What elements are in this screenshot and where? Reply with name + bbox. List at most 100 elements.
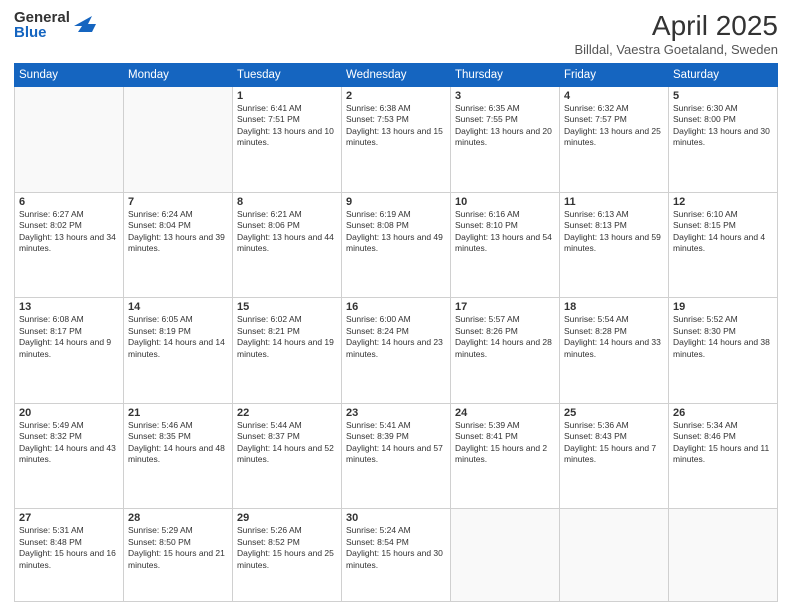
calendar-cell: 9Sunrise: 6:19 AMSunset: 8:08 PMDaylight…	[342, 192, 451, 298]
calendar-cell: 13Sunrise: 6:08 AMSunset: 8:17 PMDayligh…	[15, 298, 124, 404]
calendar-cell	[560, 509, 669, 602]
day-info: Sunrise: 5:24 AMSunset: 8:54 PMDaylight:…	[346, 525, 446, 571]
calendar-cell: 19Sunrise: 5:52 AMSunset: 8:30 PMDayligh…	[669, 298, 778, 404]
calendar-cell: 25Sunrise: 5:36 AMSunset: 8:43 PMDayligh…	[560, 403, 669, 509]
day-info: Sunrise: 6:19 AMSunset: 8:08 PMDaylight:…	[346, 209, 446, 255]
calendar-week-2: 13Sunrise: 6:08 AMSunset: 8:17 PMDayligh…	[15, 298, 778, 404]
calendar-cell: 26Sunrise: 5:34 AMSunset: 8:46 PMDayligh…	[669, 403, 778, 509]
day-info: Sunrise: 6:00 AMSunset: 8:24 PMDaylight:…	[346, 314, 446, 360]
calendar-cell: 20Sunrise: 5:49 AMSunset: 8:32 PMDayligh…	[15, 403, 124, 509]
col-header-saturday: Saturday	[669, 64, 778, 87]
day-info: Sunrise: 6:30 AMSunset: 8:00 PMDaylight:…	[673, 103, 773, 149]
day-number: 7	[128, 196, 228, 208]
day-number: 27	[19, 512, 119, 524]
calendar-cell: 17Sunrise: 5:57 AMSunset: 8:26 PMDayligh…	[451, 298, 560, 404]
day-number: 17	[455, 301, 555, 313]
day-number: 3	[455, 90, 555, 102]
col-header-sunday: Sunday	[15, 64, 124, 87]
calendar-cell: 7Sunrise: 6:24 AMSunset: 8:04 PMDaylight…	[124, 192, 233, 298]
calendar-cell: 16Sunrise: 6:00 AMSunset: 8:24 PMDayligh…	[342, 298, 451, 404]
day-number: 24	[455, 407, 555, 419]
calendar-cell: 4Sunrise: 6:32 AMSunset: 7:57 PMDaylight…	[560, 87, 669, 193]
col-header-wednesday: Wednesday	[342, 64, 451, 87]
calendar-cell: 12Sunrise: 6:10 AMSunset: 8:15 PMDayligh…	[669, 192, 778, 298]
calendar-cell	[451, 509, 560, 602]
day-number: 9	[346, 196, 446, 208]
day-number: 23	[346, 407, 446, 419]
day-number: 13	[19, 301, 119, 313]
calendar-cell: 11Sunrise: 6:13 AMSunset: 8:13 PMDayligh…	[560, 192, 669, 298]
day-info: Sunrise: 5:52 AMSunset: 8:30 PMDaylight:…	[673, 314, 773, 360]
logo-blue: Blue	[14, 25, 70, 40]
title-block: April 2025 Billdal, Vaestra Goetaland, S…	[574, 10, 778, 57]
day-number: 11	[564, 196, 664, 208]
header: General Blue April 2025 Billdal, Vaestra…	[14, 10, 778, 57]
day-number: 8	[237, 196, 337, 208]
day-number: 12	[673, 196, 773, 208]
calendar-header-row: SundayMondayTuesdayWednesdayThursdayFrid…	[15, 64, 778, 87]
day-number: 2	[346, 90, 446, 102]
day-number: 18	[564, 301, 664, 313]
calendar-cell	[15, 87, 124, 193]
day-number: 20	[19, 407, 119, 419]
calendar-cell: 14Sunrise: 6:05 AMSunset: 8:19 PMDayligh…	[124, 298, 233, 404]
day-number: 10	[455, 196, 555, 208]
day-number: 25	[564, 407, 664, 419]
subtitle: Billdal, Vaestra Goetaland, Sweden	[574, 42, 778, 57]
calendar-cell: 24Sunrise: 5:39 AMSunset: 8:41 PMDayligh…	[451, 403, 560, 509]
day-info: Sunrise: 5:29 AMSunset: 8:50 PMDaylight:…	[128, 525, 228, 571]
day-info: Sunrise: 6:02 AMSunset: 8:21 PMDaylight:…	[237, 314, 337, 360]
main-title: April 2025	[574, 10, 778, 42]
logo-icon	[74, 14, 96, 36]
calendar-cell: 8Sunrise: 6:21 AMSunset: 8:06 PMDaylight…	[233, 192, 342, 298]
day-info: Sunrise: 6:27 AMSunset: 8:02 PMDaylight:…	[19, 209, 119, 255]
day-info: Sunrise: 5:36 AMSunset: 8:43 PMDaylight:…	[564, 420, 664, 466]
calendar-cell: 1Sunrise: 6:41 AMSunset: 7:51 PMDaylight…	[233, 87, 342, 193]
calendar-cell: 6Sunrise: 6:27 AMSunset: 8:02 PMDaylight…	[15, 192, 124, 298]
calendar-week-0: 1Sunrise: 6:41 AMSunset: 7:51 PMDaylight…	[15, 87, 778, 193]
day-number: 19	[673, 301, 773, 313]
day-number: 28	[128, 512, 228, 524]
calendar-cell: 5Sunrise: 6:30 AMSunset: 8:00 PMDaylight…	[669, 87, 778, 193]
day-info: Sunrise: 5:46 AMSunset: 8:35 PMDaylight:…	[128, 420, 228, 466]
calendar-cell: 30Sunrise: 5:24 AMSunset: 8:54 PMDayligh…	[342, 509, 451, 602]
day-info: Sunrise: 5:34 AMSunset: 8:46 PMDaylight:…	[673, 420, 773, 466]
calendar-cell: 3Sunrise: 6:35 AMSunset: 7:55 PMDaylight…	[451, 87, 560, 193]
day-info: Sunrise: 5:57 AMSunset: 8:26 PMDaylight:…	[455, 314, 555, 360]
day-number: 22	[237, 407, 337, 419]
logo-general: General	[14, 10, 70, 25]
day-number: 15	[237, 301, 337, 313]
calendar-cell: 27Sunrise: 5:31 AMSunset: 8:48 PMDayligh…	[15, 509, 124, 602]
day-number: 16	[346, 301, 446, 313]
calendar-cell: 15Sunrise: 6:02 AMSunset: 8:21 PMDayligh…	[233, 298, 342, 404]
day-info: Sunrise: 6:24 AMSunset: 8:04 PMDaylight:…	[128, 209, 228, 255]
col-header-friday: Friday	[560, 64, 669, 87]
day-info: Sunrise: 6:21 AMSunset: 8:06 PMDaylight:…	[237, 209, 337, 255]
calendar-table: SundayMondayTuesdayWednesdayThursdayFrid…	[14, 63, 778, 602]
day-info: Sunrise: 6:38 AMSunset: 7:53 PMDaylight:…	[346, 103, 446, 149]
calendar-cell: 10Sunrise: 6:16 AMSunset: 8:10 PMDayligh…	[451, 192, 560, 298]
calendar-cell: 18Sunrise: 5:54 AMSunset: 8:28 PMDayligh…	[560, 298, 669, 404]
calendar-week-4: 27Sunrise: 5:31 AMSunset: 8:48 PMDayligh…	[15, 509, 778, 602]
day-info: Sunrise: 5:26 AMSunset: 8:52 PMDaylight:…	[237, 525, 337, 571]
calendar-cell: 22Sunrise: 5:44 AMSunset: 8:37 PMDayligh…	[233, 403, 342, 509]
calendar-cell: 21Sunrise: 5:46 AMSunset: 8:35 PMDayligh…	[124, 403, 233, 509]
day-info: Sunrise: 5:54 AMSunset: 8:28 PMDaylight:…	[564, 314, 664, 360]
day-info: Sunrise: 5:49 AMSunset: 8:32 PMDaylight:…	[19, 420, 119, 466]
calendar-week-1: 6Sunrise: 6:27 AMSunset: 8:02 PMDaylight…	[15, 192, 778, 298]
page: General Blue April 2025 Billdal, Vaestra…	[0, 0, 792, 612]
day-number: 21	[128, 407, 228, 419]
calendar-cell: 29Sunrise: 5:26 AMSunset: 8:52 PMDayligh…	[233, 509, 342, 602]
day-number: 1	[237, 90, 337, 102]
day-info: Sunrise: 6:32 AMSunset: 7:57 PMDaylight:…	[564, 103, 664, 149]
day-number: 30	[346, 512, 446, 524]
day-number: 6	[19, 196, 119, 208]
calendar-cell	[124, 87, 233, 193]
logo: General Blue	[14, 10, 96, 40]
day-info: Sunrise: 6:08 AMSunset: 8:17 PMDaylight:…	[19, 314, 119, 360]
day-info: Sunrise: 6:41 AMSunset: 7:51 PMDaylight:…	[237, 103, 337, 149]
col-header-thursday: Thursday	[451, 64, 560, 87]
calendar-cell: 2Sunrise: 6:38 AMSunset: 7:53 PMDaylight…	[342, 87, 451, 193]
calendar-cell	[669, 509, 778, 602]
day-info: Sunrise: 6:16 AMSunset: 8:10 PMDaylight:…	[455, 209, 555, 255]
